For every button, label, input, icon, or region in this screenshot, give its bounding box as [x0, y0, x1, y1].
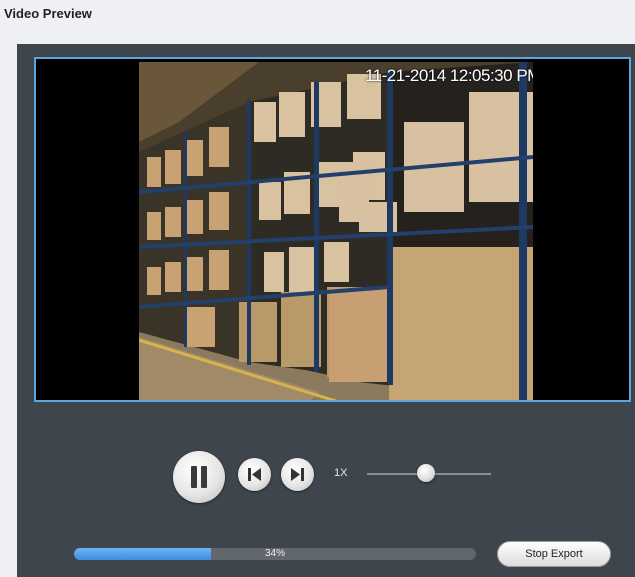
speed-slider-thumb[interactable]	[417, 464, 435, 482]
video-timestamp: 11-21-2014 12:05:30 PM	[365, 66, 533, 85]
video-preview-panel: 11-21-2014 12:05:30 PM 1X 34% Stop Expor…	[17, 44, 635, 577]
playback-speed-label: 1X	[334, 467, 348, 479]
stop-export-button[interactable]: Stop Export	[497, 541, 611, 567]
pause-button[interactable]	[173, 451, 225, 503]
export-progress-label: 34%	[264, 548, 285, 559]
window-title: Video Preview	[4, 6, 92, 21]
video-viewport[interactable]: 11-21-2014 12:05:30 PM	[34, 57, 631, 402]
step-back-icon	[248, 468, 261, 481]
step-back-button[interactable]	[238, 458, 271, 491]
step-forward-icon	[291, 468, 304, 481]
step-forward-button[interactable]	[281, 458, 314, 491]
export-progress-bar: 34%	[74, 548, 476, 560]
video-frame-image: 11-21-2014 12:05:30 PM	[139, 62, 533, 400]
